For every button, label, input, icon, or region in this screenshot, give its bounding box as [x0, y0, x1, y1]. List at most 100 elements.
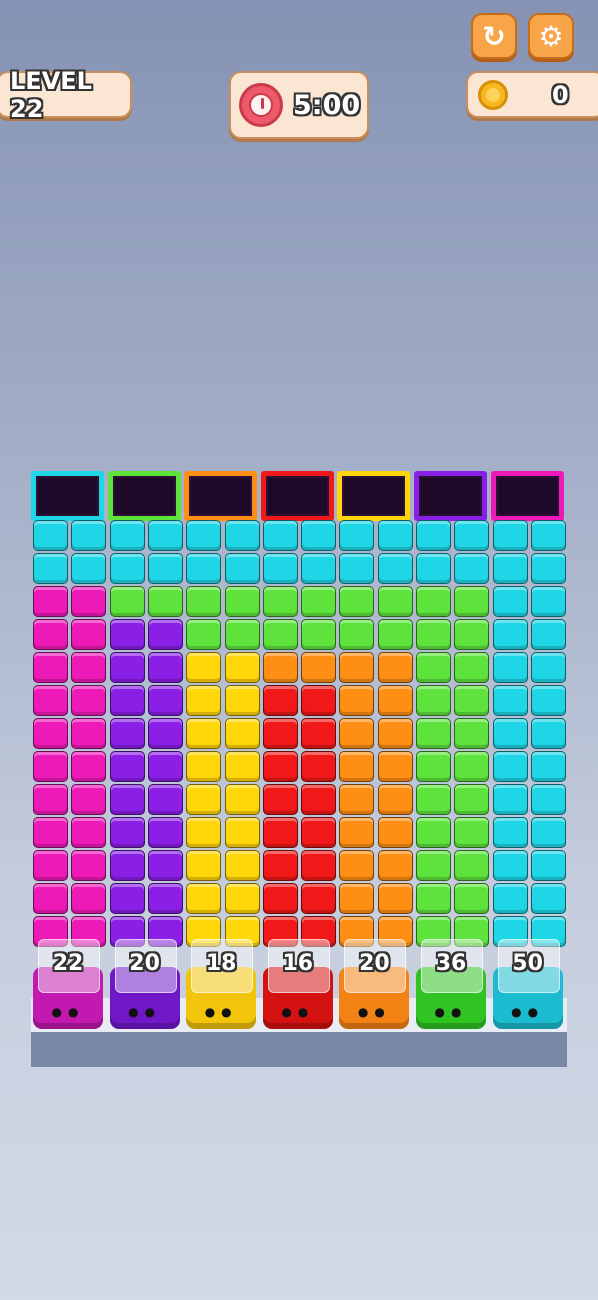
- block-orange[interactable]: [377, 784, 413, 815]
- block-cyan[interactable]: [377, 553, 413, 584]
- block-green[interactable]: [147, 586, 183, 617]
- block-cyan[interactable]: [530, 586, 566, 617]
- block-purple[interactable]: [109, 817, 145, 848]
- block-purple[interactable]: [109, 652, 145, 683]
- block-cyan[interactable]: [339, 520, 375, 551]
- block-green[interactable]: [416, 718, 451, 749]
- block-yellow[interactable]: [186, 718, 222, 749]
- block-orange[interactable]: [339, 751, 375, 782]
- block-purple[interactable]: [147, 718, 183, 749]
- block-green[interactable]: [416, 784, 451, 815]
- block-yellow[interactable]: [186, 784, 222, 815]
- block-magenta[interactable]: [33, 652, 68, 683]
- block-green[interactable]: [416, 652, 451, 683]
- block-green[interactable]: [339, 586, 375, 617]
- block-cyan[interactable]: [416, 553, 451, 584]
- block-yellow[interactable]: [186, 751, 222, 782]
- tube-slot-magenta[interactable]: [490, 471, 564, 521]
- block-yellow[interactable]: [224, 883, 260, 914]
- block-green[interactable]: [262, 586, 298, 617]
- tube-slot-cyan[interactable]: [31, 471, 104, 521]
- block-cyan[interactable]: [147, 520, 183, 551]
- block-cyan[interactable]: [71, 553, 107, 584]
- block-purple[interactable]: [109, 685, 145, 716]
- block-red[interactable]: [301, 817, 337, 848]
- block-cyan[interactable]: [262, 553, 298, 584]
- block-yellow[interactable]: [224, 817, 260, 848]
- block-cyan[interactable]: [339, 553, 375, 584]
- block-yellow[interactable]: [186, 817, 222, 848]
- block-cyan[interactable]: [530, 784, 566, 815]
- block-magenta[interactable]: [71, 784, 107, 815]
- block-cyan[interactable]: [109, 520, 145, 551]
- block-magenta[interactable]: [71, 586, 107, 617]
- block-green[interactable]: [454, 619, 490, 650]
- block-cyan[interactable]: [454, 553, 490, 584]
- block-green[interactable]: [416, 883, 451, 914]
- block-cyan[interactable]: [492, 619, 528, 650]
- block-cyan[interactable]: [454, 520, 490, 551]
- block-purple[interactable]: [147, 784, 183, 815]
- block-red[interactable]: [301, 784, 337, 815]
- block-cyan[interactable]: [530, 718, 566, 749]
- block-cyan[interactable]: [262, 520, 298, 551]
- block-purple[interactable]: [109, 751, 145, 782]
- block-green[interactable]: [454, 817, 490, 848]
- block-magenta[interactable]: [71, 685, 107, 716]
- block-green[interactable]: [416, 685, 451, 716]
- block-cyan[interactable]: [492, 520, 528, 551]
- block-cyan[interactable]: [224, 553, 260, 584]
- tube-slot-red[interactable]: [260, 471, 334, 521]
- block-orange[interactable]: [377, 652, 413, 683]
- block-cyan[interactable]: [109, 553, 145, 584]
- block-green[interactable]: [454, 685, 490, 716]
- block-yellow[interactable]: [224, 718, 260, 749]
- block-cyan[interactable]: [416, 520, 451, 551]
- restart-button[interactable]: ↻: [471, 13, 517, 59]
- block-cyan[interactable]: [530, 883, 566, 914]
- block-cyan[interactable]: [492, 784, 528, 815]
- tube-slot-yellow[interactable]: [337, 471, 411, 521]
- block-orange[interactable]: [377, 817, 413, 848]
- block-magenta[interactable]: [71, 817, 107, 848]
- block-cyan[interactable]: [492, 850, 528, 881]
- block-purple[interactable]: [147, 619, 183, 650]
- block-green[interactable]: [377, 586, 413, 617]
- color-counter[interactable]: 20 ●●: [109, 939, 180, 1029]
- block-magenta[interactable]: [33, 784, 68, 815]
- block-yellow[interactable]: [224, 652, 260, 683]
- block-purple[interactable]: [147, 883, 183, 914]
- block-red[interactable]: [262, 784, 298, 815]
- block-magenta[interactable]: [71, 751, 107, 782]
- block-cyan[interactable]: [530, 850, 566, 881]
- block-cyan[interactable]: [530, 652, 566, 683]
- block-cyan[interactable]: [492, 883, 528, 914]
- color-counter[interactable]: 36 ●●: [416, 939, 486, 1029]
- block-yellow[interactable]: [224, 850, 260, 881]
- block-green[interactable]: [454, 751, 490, 782]
- block-purple[interactable]: [109, 883, 145, 914]
- block-cyan[interactable]: [33, 553, 68, 584]
- block-cyan[interactable]: [301, 520, 337, 551]
- block-purple[interactable]: [109, 850, 145, 881]
- block-purple[interactable]: [147, 751, 183, 782]
- block-yellow[interactable]: [186, 652, 222, 683]
- block-cyan[interactable]: [492, 553, 528, 584]
- color-counter[interactable]: 16 ●●: [262, 939, 333, 1029]
- color-counter[interactable]: 22 ●●: [33, 939, 103, 1029]
- block-cyan[interactable]: [377, 520, 413, 551]
- block-green[interactable]: [339, 619, 375, 650]
- block-orange[interactable]: [339, 883, 375, 914]
- block-cyan[interactable]: [492, 586, 528, 617]
- block-orange[interactable]: [339, 718, 375, 749]
- block-red[interactable]: [301, 883, 337, 914]
- block-green[interactable]: [454, 883, 490, 914]
- block-magenta[interactable]: [71, 850, 107, 881]
- block-green[interactable]: [186, 619, 222, 650]
- block-magenta[interactable]: [33, 883, 68, 914]
- block-orange[interactable]: [377, 850, 413, 881]
- block-green[interactable]: [186, 586, 222, 617]
- block-green[interactable]: [262, 619, 298, 650]
- block-orange[interactable]: [339, 784, 375, 815]
- block-yellow[interactable]: [186, 883, 222, 914]
